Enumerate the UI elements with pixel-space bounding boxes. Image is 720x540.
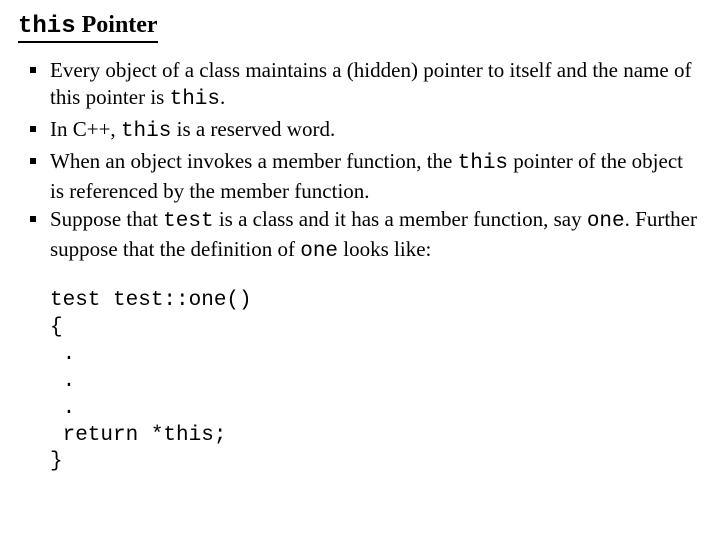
slide-page: this Pointer Every object of a class mai… — [0, 0, 720, 488]
bullet-item: Every object of a class maintains a (hid… — [28, 57, 702, 114]
code-text: this — [458, 152, 508, 175]
page-title: this Pointer — [18, 12, 158, 43]
body-text: In C++, — [50, 117, 121, 141]
code-text: this — [121, 120, 171, 143]
body-text: looks like: — [338, 237, 431, 261]
body-text: When an object invokes a member function… — [50, 149, 458, 173]
bullet-list: Every object of a class maintains a (hid… — [18, 57, 702, 266]
body-text: Every object of a class maintains a (hid… — [50, 58, 691, 109]
body-text: . — [220, 85, 225, 109]
body-text: Suppose that — [50, 207, 163, 231]
code-text: one — [587, 210, 625, 233]
code-text: one — [300, 240, 338, 263]
title-code: this — [18, 13, 76, 40]
body-text: is a reserved word. — [171, 117, 335, 141]
code-text: this — [170, 88, 220, 111]
bullet-item: Suppose that test is a class and it has … — [28, 206, 702, 266]
body-text: is a class and it has a member function,… — [214, 207, 587, 231]
title-rest: Pointer — [76, 12, 158, 38]
bullet-item: When an object invokes a member function… — [28, 148, 702, 205]
code-text: test — [163, 210, 213, 233]
bullet-item: In C++, this is a reserved word. — [28, 116, 702, 146]
code-block: test test::one() { . . . return *this; } — [50, 288, 702, 476]
